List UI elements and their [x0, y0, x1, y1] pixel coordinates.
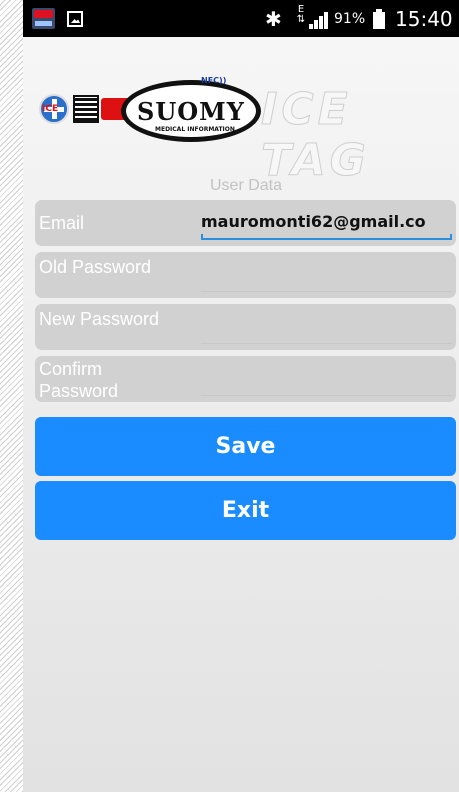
- new-password-label: New Password: [39, 309, 160, 329]
- email-row: Email mauromonti62@gmail.co: [35, 200, 456, 246]
- exit-button[interactable]: Exit: [35, 481, 456, 540]
- email-underline-right: [450, 234, 452, 240]
- new-password-field[interactable]: [201, 308, 452, 344]
- product-name: ICE TAG: [261, 84, 370, 187]
- network-type-label: E: [297, 4, 305, 15]
- signal-icon: [309, 11, 331, 29]
- battery-percent: 91%: [334, 11, 366, 27]
- brand-subtitle: MEDICAL INFORMATION: [155, 126, 235, 133]
- new-password-row: New Password: [35, 304, 456, 350]
- nfc-label: NFC)): [201, 76, 227, 85]
- email-underline-left: [201, 234, 203, 240]
- old-password-row: Old Password: [35, 252, 456, 298]
- ice-badge-label: ICE: [42, 104, 59, 114]
- brand-name: SUOMY: [137, 97, 245, 126]
- save-button[interactable]: Save: [35, 417, 456, 476]
- email-field[interactable]: mauromonti62@gmail.co: [201, 204, 452, 240]
- app-logo: ICE SUOMY MEDICAL INFORMATION NFC)) ICE …: [33, 72, 453, 187]
- app-notification-icon: [32, 8, 55, 29]
- left-margin-pattern: [0, 0, 23, 792]
- section-title: User Data: [209, 177, 283, 194]
- old-password-field[interactable]: [201, 256, 452, 292]
- bluetooth-icon: ✱: [265, 7, 282, 31]
- confirm-password-label-line2: Password: [39, 381, 119, 401]
- qr-code-icon: [73, 95, 99, 123]
- app-screen: ✱ E ⇅ 91% 15:40 ICE SUOMY MEDICAL INFORMA…: [23, 0, 459, 792]
- status-bar: ✱ E ⇅ 91% 15:40: [23, 0, 459, 37]
- confirm-password-label-line1: Confirm: [39, 359, 103, 379]
- confirm-password-row: Confirm Password: [35, 356, 456, 402]
- old-password-label: Old Password: [39, 257, 152, 277]
- battery-icon: [373, 9, 385, 29]
- ice-cross-icon: ICE: [39, 94, 69, 124]
- network-type-icon: E ⇅: [296, 4, 306, 25]
- confirm-password-field[interactable]: [201, 360, 452, 396]
- image-icon: [67, 11, 83, 27]
- email-label: Email: [39, 213, 85, 233]
- clock: 15:40: [395, 7, 453, 31]
